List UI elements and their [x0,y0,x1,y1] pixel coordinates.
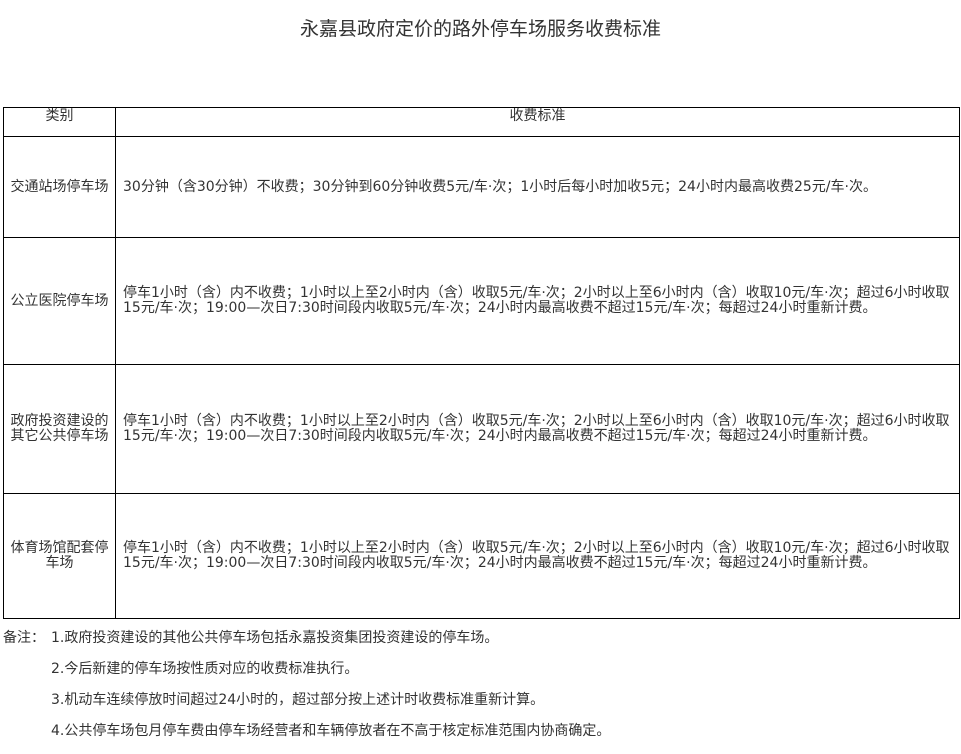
header-fee-standard: 收费标准 [115,107,960,137]
fee-standard-table: 类别 收费标准 交通站场停车场 30分钟（含30分钟）不收费；30分钟到60分钟… [3,107,960,619]
note-text: 2.今后新建的停车场按性质对应的收费标准执行。 [51,661,359,677]
note-item: 3.机动车连续停放时间超过24小时的，超过部分按上述计时收费标准重新计算。 [3,688,953,719]
row-fee-standard: 30分钟（含30分钟）不收费；30分钟到60分钟收费5元/车·次；1小时后每小时… [115,136,960,238]
note-text: 4.公共停车场包月停车费由停车场经营者和车辆停放者在不高于核定标准范围内协商确定… [51,723,611,739]
page-title: 永嘉县政府定价的路外停车场服务收费标准 [299,18,661,40]
table-row: 体育场馆配套停车场 停车1小时（含）内不收费；1小时以上至2小时内（含）收取5元… [3,493,960,619]
note-text: 3.机动车连续停放时间超过24小时的，超过部分按上述计时收费标准重新计算。 [51,692,545,708]
table-row: 政府投资建设的其它公共停车场 停车1小时（含）内不收费；1小时以上至2小时内（含… [3,364,960,494]
row-fee-standard: 停车1小时（含）内不收费；1小时以上至2小时内（含）收取5元/车·次；2小时以上… [115,364,960,494]
notes-prefix: 备注： [3,630,45,646]
note-item: 4.公共停车场包月停车费由停车场经营者和车辆停放者在不高于核定标准范围内协商确定… [3,719,953,750]
header-category: 类别 [3,107,116,137]
row-category: 交通站场停车场 [3,136,116,238]
table-header-row: 类别 收费标准 [3,107,960,137]
row-fee-standard: 停车1小时（含）内不收费；1小时以上至2小时内（含）收取5元/车·次；2小时以上… [115,237,960,365]
notes-section: 备注： 1.政府投资建设的其他公共停车场包括永嘉投资集团投资建设的停车场。 2.今… [3,626,953,750]
row-category: 公立医院停车场 [3,237,116,365]
note-item: 备注： 1.政府投资建设的其他公共停车场包括永嘉投资集团投资建设的停车场。 [3,626,953,657]
note-item: 2.今后新建的停车场按性质对应的收费标准执行。 [3,657,953,688]
table-row: 公立医院停车场 停车1小时（含）内不收费；1小时以上至2小时内（含）收取5元/车… [3,237,960,365]
row-fee-standard: 停车1小时（含）内不收费；1小时以上至2小时内（含）收取5元/车·次；2小时以上… [115,493,960,619]
row-category: 体育场馆配套停车场 [3,493,116,619]
table-row: 交通站场停车场 30分钟（含30分钟）不收费；30分钟到60分钟收费5元/车·次… [3,136,960,238]
note-text: 1.政府投资建设的其他公共停车场包括永嘉投资集团投资建设的停车场。 [51,630,499,646]
row-category: 政府投资建设的其它公共停车场 [3,364,116,494]
